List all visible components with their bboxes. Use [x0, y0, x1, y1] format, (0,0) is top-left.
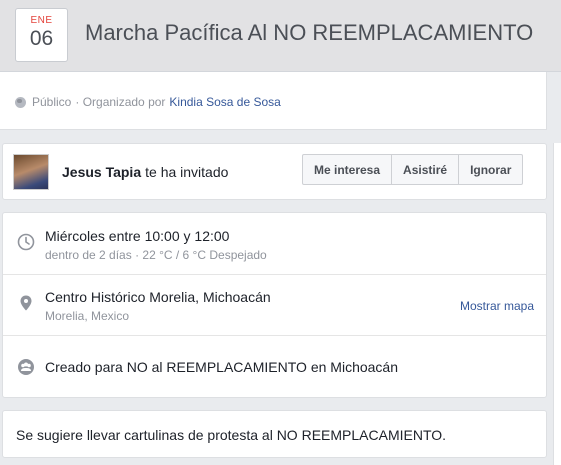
- event-title: Marcha Pacífica Al NO REEMPLACAMIENTO: [85, 20, 534, 45]
- event-description: Se sugiere llevar cartulinas de protesta…: [2, 410, 547, 458]
- location-name[interactable]: Centro Histórico Morelia, Michoacán: [45, 289, 271, 305]
- created-for-row: Creado para NO al REEMPLACAMIENTO en Mic…: [3, 336, 546, 398]
- going-button[interactable]: Asistiré: [392, 155, 460, 184]
- location-city: Morelia, Mexico: [45, 309, 130, 323]
- host-info: Público · Organizado por Kindia Sosa de …: [0, 72, 547, 130]
- interested-button[interactable]: Me interesa: [303, 155, 393, 184]
- map-pin-icon: [20, 295, 32, 311]
- privacy-label: Público: [32, 95, 72, 109]
- organized-by-label: · Organizado por: [75, 95, 166, 109]
- inviter-name[interactable]: Jesus Tapia: [62, 164, 141, 180]
- invite-card: Jesus Tapia te ha invitado Me interesa As…: [2, 143, 547, 200]
- description-text: Se sugiere llevar cartulinas de protesta…: [16, 427, 447, 443]
- inviter-line: Jesus Tapia te ha invitado: [62, 164, 228, 180]
- invite-text: te ha invitado: [145, 164, 229, 180]
- date-month: ENE: [30, 15, 53, 26]
- location-row: Centro Histórico Morelia, Michoacán More…: [3, 275, 546, 336]
- weather-info: dentro de 2 días · 22 °C / 6 °C Despejad…: [45, 248, 267, 262]
- event-time: Miércoles entre 10:00 y 12:00: [45, 228, 230, 244]
- date-badge: ENE 06: [15, 8, 68, 62]
- date-day: 06: [29, 27, 54, 50]
- ignore-button[interactable]: Ignorar: [459, 155, 522, 184]
- organizer-link[interactable]: Kindia Sosa de Sosa: [169, 95, 280, 109]
- clock-icon: [17, 233, 35, 251]
- time-row: Miércoles entre 10:00 y 12:00 dentro de …: [3, 213, 546, 275]
- avatar[interactable]: [13, 154, 49, 190]
- event-header: ENE 06 Marcha Pacífica Al NO REEMPLACAMI…: [0, 0, 561, 72]
- group-icon: [18, 359, 34, 375]
- right-column-edge: [553, 143, 561, 465]
- globe-icon: [15, 96, 26, 108]
- show-map-link[interactable]: Mostrar mapa: [460, 299, 534, 313]
- event-details: Miércoles entre 10:00 y 12:00 dentro de …: [2, 212, 547, 398]
- rsvp-buttons: Me interesa Asistiré Ignorar: [302, 154, 524, 185]
- created-for-text[interactable]: Creado para NO al REEMPLACAMIENTO en Mic…: [45, 359, 398, 375]
- host-line: Público · Organizado por Kindia Sosa de …: [15, 95, 281, 109]
